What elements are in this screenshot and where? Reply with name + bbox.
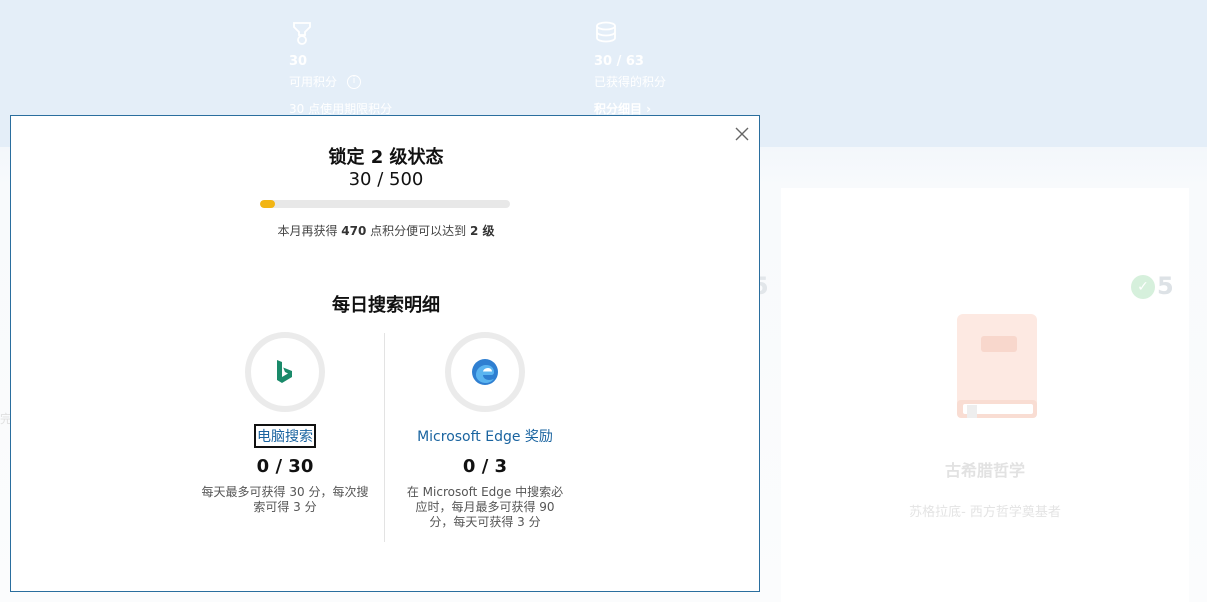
trophy-icon [293,22,311,45]
edge-bonus-description: 在 Microsoft Edge 中搜索必应时，每月最多可获得 90 分，每天可… [406,485,564,529]
available-points-label: 可用积分 [289,75,338,89]
pc-search-progress-ring [245,332,325,412]
pc-search-column: 电脑搜索 0 / 30 每天最多可获得 30 分，每次搜索可得 3 分 [185,332,385,515]
check-icon: ✓ [1131,275,1155,299]
card-points-badge: 5 [1157,272,1174,300]
edge-bonus-progress-ring [445,332,525,412]
pc-search-link[interactable]: 电脑搜索 [254,424,316,448]
level-details-dialog: 锁定 2 级状态 30 / 500 本月再获得 470 点积分便可以达到 2 级… [10,115,760,592]
coins-icon [596,21,616,43]
level-progress-fill [260,200,275,208]
available-points-stat: 30 可用积分 i 30 点使用期限积分 [289,20,392,117]
bing-icon [277,360,292,383]
level-title: 锁定 2 级状态 [328,147,444,168]
earned-points-label: 已获得的积分 [594,75,667,89]
edge-bonus-count: 0 / 3 [462,456,508,477]
level-hint: 本月再获得 470 点积分便可以达到 2 级 [277,224,495,238]
edge-bonus-link[interactable]: Microsoft Edge 奖励 [416,426,554,446]
earned-points-value: 30 / 63 [594,54,644,69]
level-progress-text: 30 / 500 [348,169,424,190]
edge-icon [472,359,498,385]
edge-bonus-column: Microsoft Edge 奖励 0 / 3 在 Microsoft Edge… [385,332,585,530]
book-icon [957,314,1037,418]
info-icon[interactable]: i [347,74,362,89]
card-title: 古希腊哲学 [944,461,1025,480]
pc-search-description: 每天最多可获得 30 分，每次搜索可得 3 分 [201,485,369,514]
earned-points-stat: 30 / 63 已获得的积分 积分细目 › [594,20,666,117]
level-progress-bar [260,200,510,208]
available-points-value: 30 [289,54,308,69]
daily-search-title: 每日搜索明细 [332,295,440,316]
close-icon[interactable] [734,126,750,142]
pc-search-count: 0 / 30 [256,456,314,477]
card-description: 苏格拉底- 西方哲学奠基者 [909,505,1061,520]
